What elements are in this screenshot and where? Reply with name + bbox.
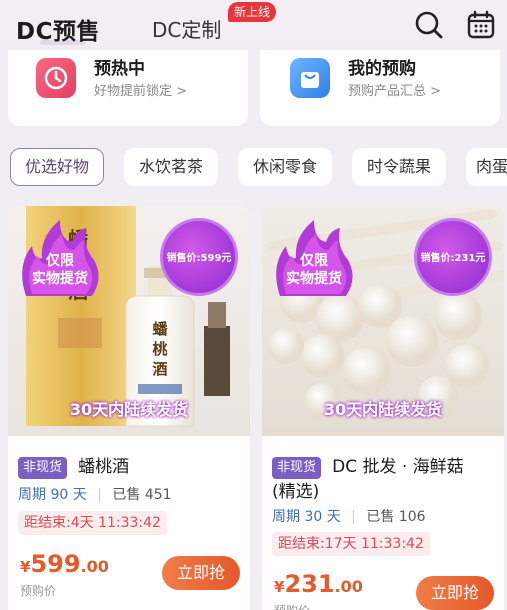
price-label: 预购价 bbox=[20, 584, 57, 598]
product-meta: 周期 90 天 | 已售 451 bbox=[18, 487, 172, 503]
period-label: 周期 bbox=[272, 509, 300, 525]
period-value: 90 天 bbox=[50, 487, 87, 503]
my-presale-card[interactable]: 我的预购 预购产品汇总 > bbox=[260, 50, 500, 126]
svg-text:蟠: 蟠 bbox=[152, 320, 168, 338]
price-label: 预购价 bbox=[274, 602, 310, 610]
price-integer: 231 bbox=[284, 570, 335, 598]
sale-price-badge: 销售价:599元 bbox=[160, 218, 238, 296]
period-label: 周期 bbox=[18, 487, 46, 503]
clock-icon bbox=[36, 58, 76, 98]
price-currency: ¥ bbox=[20, 558, 31, 576]
product-name-line2: (精选) bbox=[272, 482, 320, 502]
my-presale-title: 我的预购 bbox=[348, 59, 416, 79]
price-decimal: .00 bbox=[80, 557, 109, 576]
category-tab-drinks-tea[interactable]: 水饮茗茶 bbox=[124, 148, 218, 186]
buy-now-button[interactable]: 立即抢 bbox=[162, 556, 240, 590]
sold-count: 已售 451 bbox=[112, 487, 172, 503]
category-tab-featured[interactable]: 优选好物 bbox=[10, 148, 104, 186]
price-integer: 599 bbox=[30, 550, 81, 578]
category-tab-seasonal-produce[interactable]: 时令蔬果 bbox=[352, 148, 446, 186]
svg-text:桃: 桃 bbox=[152, 340, 167, 358]
my-presale-subtitle: 预购产品汇总 > bbox=[348, 84, 442, 99]
shipping-banner: 30天内陆续发货 bbox=[69, 400, 189, 419]
sale-price-text: 销售价:599元 bbox=[166, 253, 232, 264]
search-icon[interactable] bbox=[414, 10, 444, 40]
tab-dc-presale[interactable]: DC预售 bbox=[16, 12, 100, 46]
flame-badge-line1: 仅限 bbox=[300, 253, 328, 269]
product-card[interactable]: 蟠 桃 酒 蟠 桃 酒 仅限 实物提货 销售价:599元 30天内陆续发货 非现… bbox=[8, 206, 250, 610]
flame-badge-line2: 实物提货 bbox=[286, 271, 342, 287]
price-decimal: .00 bbox=[334, 577, 363, 596]
top-nav: DC预售 DC定制 新上线 bbox=[0, 0, 507, 54]
sold-count: 已售 106 bbox=[366, 509, 426, 525]
presale-price: ¥231.00 bbox=[274, 570, 363, 598]
tab-dc-custom[interactable]: DC定制 bbox=[152, 14, 221, 43]
shopping-bag-icon bbox=[290, 58, 330, 98]
sale-price-text: 销售价:231元 bbox=[420, 253, 486, 264]
svg-text:酒: 酒 bbox=[152, 360, 167, 378]
category-tab-meat-eggs[interactable]: 肉蛋 bbox=[466, 148, 507, 186]
not-in-stock-tag: 非现货 bbox=[18, 456, 68, 479]
category-tab-snacks[interactable]: 休闲零食 bbox=[238, 148, 332, 186]
product-title-row: 非现货 蟠桃酒 bbox=[18, 452, 129, 479]
product-title-row: 非现货 DC 批发 · 海鲜菇 bbox=[272, 452, 464, 479]
period-value: 30 天 bbox=[304, 509, 341, 525]
new-launch-badge: 新上线 bbox=[228, 2, 277, 22]
countdown-timer: 距结束:4天 11:33:42 bbox=[18, 511, 167, 535]
countdown-timer: 距结束:17天 11:33:42 bbox=[272, 532, 430, 556]
preheating-subtitle: 好物提前锁定 > bbox=[94, 84, 188, 99]
product-meta: 周期 30 天 | 已售 106 bbox=[272, 509, 426, 525]
buy-now-button[interactable]: 立即抢 bbox=[416, 576, 494, 610]
product-card[interactable]: 仅限 实物提货 销售价:231元 30天内陆续发货 非现货 DC 批发 · 海鲜… bbox=[262, 206, 504, 610]
not-in-stock-tag: 非现货 bbox=[272, 456, 322, 479]
sale-price-badge: 销售价:231元 bbox=[414, 218, 492, 296]
presale-price: ¥599.00 bbox=[20, 550, 109, 578]
flame-badge-line2: 实物提货 bbox=[32, 271, 88, 287]
preheating-card[interactable]: 预热中 好物提前锁定 > bbox=[8, 50, 248, 126]
preheating-title: 预热中 bbox=[94, 59, 145, 79]
flame-badge-line1: 仅限 bbox=[46, 253, 74, 269]
product-name: DC 批发 · 海鲜菇 bbox=[332, 457, 464, 477]
shipping-banner: 30天内陆续发货 bbox=[323, 400, 443, 419]
product-name: 蟠桃酒 bbox=[78, 457, 130, 477]
price-currency: ¥ bbox=[274, 578, 285, 596]
calendar-icon[interactable] bbox=[466, 10, 496, 40]
